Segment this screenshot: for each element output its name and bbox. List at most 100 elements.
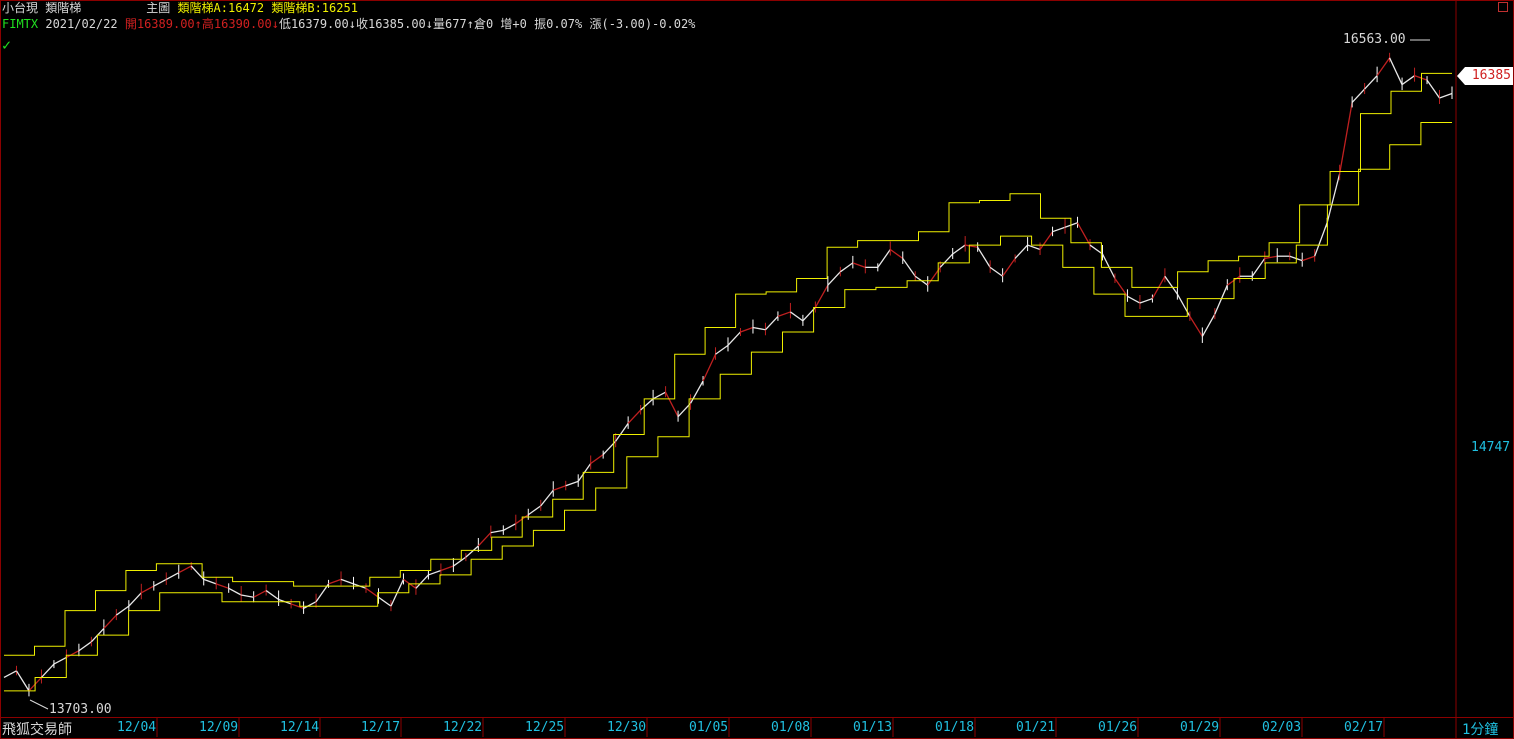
price-segment [340,578,354,585]
price-segment [553,485,566,491]
price-segment [852,262,866,268]
x-tick-label: 02/17 [1344,720,1384,735]
y-tick-label: 14747 [1471,440,1511,455]
x-tick-label: 02/03 [1262,720,1302,735]
price-segment [228,587,242,596]
price-segment [1002,258,1016,277]
price-segment [465,545,479,558]
x-axis-line [0,717,1514,718]
price-segment [66,650,80,658]
price-segment [253,589,267,598]
price-segment [165,572,180,580]
price-segment [827,271,841,286]
price-segment [1326,173,1341,223]
price-segment [1301,255,1315,262]
price-segment [1214,284,1228,315]
price-segment [1139,297,1153,304]
price-segment [1076,222,1091,246]
price-segment [1314,222,1328,257]
price-segment [702,354,717,382]
x-tick-label: 01/29 [1180,720,1220,735]
price-segment [303,601,317,609]
price-segment [1251,258,1266,277]
price-segment [1189,316,1203,337]
price-segment [752,326,766,331]
price-segment [889,248,904,259]
price-segment [241,594,254,598]
x-tick-label: 01/05 [689,720,729,735]
price-segment [365,587,379,598]
price-segment [265,590,279,600]
price-segment [1351,88,1366,103]
price-segment [1364,75,1378,90]
x-tick-label: 12/17 [361,720,401,735]
last-price-tag: 16385 [1457,67,1513,85]
x-tick-label: 01/18 [935,720,975,735]
price-segment [141,585,155,594]
price-segment [689,380,704,404]
price-segment [153,578,167,587]
price-segment [1339,102,1353,174]
price-segment [215,583,229,589]
x-tick-label: 12/14 [280,720,320,735]
price-segment [428,569,442,576]
high-annotation: 16563.00 [1343,32,1406,47]
price-segment [40,663,55,678]
price-segment [53,656,67,665]
ladder-a-line [4,72,1452,656]
period-selector[interactable]: 1分鐘 [1462,719,1498,739]
plot-area [3,0,1457,739]
price-segment [1176,293,1191,317]
ladder-b-line [4,122,1452,692]
price-segment [902,258,916,277]
price-segment [665,391,679,417]
price-segment [128,592,142,607]
price-segment [115,605,130,616]
x-tick-label: 12/09 [199,720,239,735]
x-tick-label: 01/13 [853,720,893,735]
price-segment [1414,75,1428,81]
price-segment [989,266,1003,277]
price-segment [977,246,991,268]
price-segment [615,423,629,442]
price-segment [652,391,666,400]
price-segment [727,331,741,346]
price-segment [328,578,342,585]
price-segment [952,244,966,255]
price-segment [777,311,791,318]
price-segment [203,578,217,585]
price-segment [440,565,454,572]
price-segment [1127,295,1141,304]
price-segment [1164,275,1178,295]
x-tick-label: 12/25 [525,720,565,735]
price-segment [1039,231,1054,250]
price-segment [565,480,579,487]
price-segment [790,311,804,322]
x-tick-label: 12/30 [607,720,647,735]
x-tick-label: 01/21 [1016,720,1056,735]
price-segment [1201,313,1216,337]
price-segment [1027,244,1041,251]
price-segment [740,326,754,333]
price-segment [640,398,654,411]
chart-window: 小台現 類階梯 主圖 類階梯A:16472 類階梯B:16251 FIMTX 2… [0,0,1514,739]
price-segment [378,596,392,607]
price-segment [814,284,829,308]
price-segment [178,565,192,574]
price-segment [503,523,517,531]
price-segment [839,262,854,273]
x-tick-label: 12/04 [117,720,157,735]
low-leader-line [29,699,49,710]
price-segment [1376,57,1391,77]
price-segment [590,454,604,465]
x-tick-label: 12/22 [443,720,483,735]
price-segment [1101,253,1116,279]
low-annotation: 13703.00 [49,702,112,717]
price-segment [540,489,554,507]
price-segment [1439,92,1453,99]
price-segment [939,253,954,268]
price-segment [527,505,542,516]
price-segment [764,315,779,331]
price-segment [1426,79,1441,99]
price-segment [1401,75,1415,86]
